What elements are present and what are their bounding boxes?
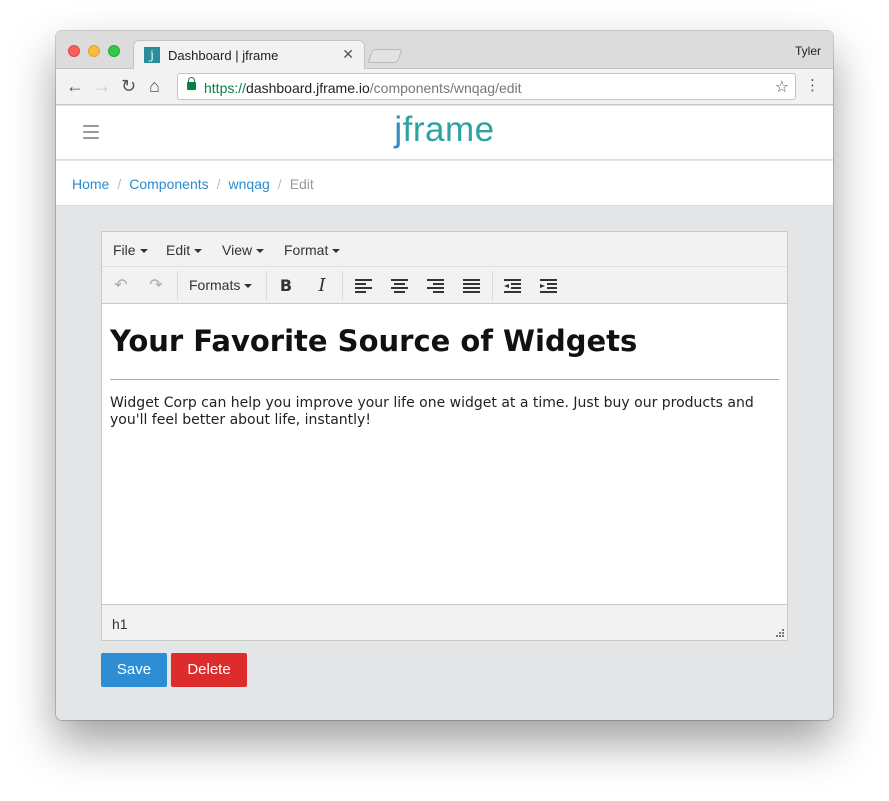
outdent-icon[interactable]: [504, 279, 521, 293]
rich-text-editor: File Edit View Format ↶ ↷ Formats B I Yo…: [101, 231, 788, 641]
menu-format[interactable]: Format: [284, 242, 341, 258]
undo-icon[interactable]: ↶: [110, 275, 132, 297]
resize-handle-icon[interactable]: [775, 628, 784, 637]
align-right-icon[interactable]: [427, 279, 444, 293]
menu-view-label: View: [222, 242, 253, 258]
browser-titlebar: j Dashboard | jframe ✕ Tyler: [56, 31, 833, 70]
new-tab-button[interactable]: [367, 49, 403, 63]
editor-content-area[interactable]: Your Favorite Source of Widgets Widget C…: [102, 304, 787, 604]
menu-file-label: File: [113, 242, 136, 258]
url-protocol: https://: [204, 80, 247, 96]
url-path: /components/wnqag/edit: [369, 80, 522, 96]
toolbar-divider: [342, 271, 343, 300]
toolbar-divider: [266, 271, 267, 300]
menu-file[interactable]: File: [113, 242, 148, 258]
url-text[interactable]: https://dashboard.jframe.io/components/w…: [204, 80, 522, 96]
address-bar[interactable]: https://dashboard.jframe.io/components/w…: [177, 73, 796, 100]
menu-format-label: Format: [284, 242, 329, 258]
redo-icon[interactable]: ↷: [145, 275, 167, 297]
forward-arrow-icon[interactable]: →: [93, 76, 111, 96]
editor-toolbar: ↶ ↷ Formats B I: [102, 267, 787, 304]
breadcrumb-components[interactable]: Components: [129, 176, 208, 192]
caret-down-icon: [332, 249, 341, 254]
content-heading[interactable]: Your Favorite Source of Widgets: [110, 324, 779, 358]
back-arrow-icon[interactable]: ←: [66, 76, 84, 96]
indent-icon[interactable]: [540, 279, 557, 293]
caret-down-icon: [256, 249, 265, 254]
formats-label: Formats: [189, 277, 241, 293]
logo-rest: frame: [402, 110, 495, 149]
editor-statusbar: h1: [102, 604, 787, 640]
align-justify-icon[interactable]: [463, 279, 480, 293]
breadcrumb: Home / Components / wnqag / Edit: [56, 161, 833, 206]
logo-j: j: [394, 110, 403, 149]
editor-menubar: File Edit View Format: [102, 232, 787, 267]
delete-button[interactable]: Delete: [171, 653, 247, 687]
tab-title: Dashboard | jframe: [168, 48, 279, 63]
home-icon[interactable]: ⌂: [149, 76, 160, 96]
caret-down-icon: [139, 249, 148, 254]
menu-edit-label: Edit: [166, 242, 191, 258]
menu-edit[interactable]: Edit: [166, 242, 203, 258]
menu-view[interactable]: View: [222, 242, 265, 258]
content-divider: [110, 379, 779, 380]
align-center-icon[interactable]: [391, 279, 408, 293]
profile-name[interactable]: Tyler: [795, 44, 821, 58]
zoom-window-button[interactable]: [108, 45, 120, 57]
close-window-button[interactable]: [68, 45, 80, 57]
save-button[interactable]: Save: [101, 653, 167, 687]
url-host: dashboard.jframe.io: [246, 80, 370, 96]
italic-icon[interactable]: I: [311, 275, 333, 297]
element-path[interactable]: h1: [112, 616, 128, 632]
bold-icon[interactable]: B: [275, 275, 297, 297]
tab-close-icon[interactable]: ✕: [342, 46, 354, 63]
formats-dropdown[interactable]: Formats: [189, 277, 253, 293]
browser-tab-active[interactable]: j Dashboard | jframe ✕: [133, 40, 365, 70]
jframe-favicon-icon: j: [144, 47, 160, 63]
breadcrumb-home[interactable]: Home: [72, 176, 109, 192]
caret-down-icon: [244, 284, 253, 289]
breadcrumb-separator: /: [216, 176, 221, 192]
breadcrumb-component[interactable]: wnqag: [229, 176, 270, 192]
align-left-icon[interactable]: [355, 279, 372, 293]
browser-window: j Dashboard | jframe ✕ Tyler ← → ↻ ⌂ htt…: [56, 31, 833, 720]
jframe-logo[interactable]: jframe: [56, 110, 833, 150]
toolbar-divider: [492, 271, 493, 300]
app-header: jframe: [56, 106, 833, 160]
content-paragraph[interactable]: Widget Corp can help you improve your li…: [110, 395, 779, 429]
browser-toolbar: ← → ↻ ⌂ https://dashboard.jframe.io/comp…: [56, 69, 833, 105]
minimize-window-button[interactable]: [88, 45, 100, 57]
lock-icon: [187, 77, 196, 90]
breadcrumb-current: Edit: [289, 176, 314, 192]
bookmark-star-icon[interactable]: ☆: [775, 77, 789, 97]
toolbar-divider: [177, 271, 178, 300]
reload-icon[interactable]: ↻: [121, 76, 136, 96]
browser-menu-icon[interactable]: ⋮: [805, 77, 820, 95]
caret-down-icon: [194, 249, 203, 254]
breadcrumb-separator: /: [117, 176, 122, 192]
breadcrumb-separator: /: [277, 176, 282, 192]
